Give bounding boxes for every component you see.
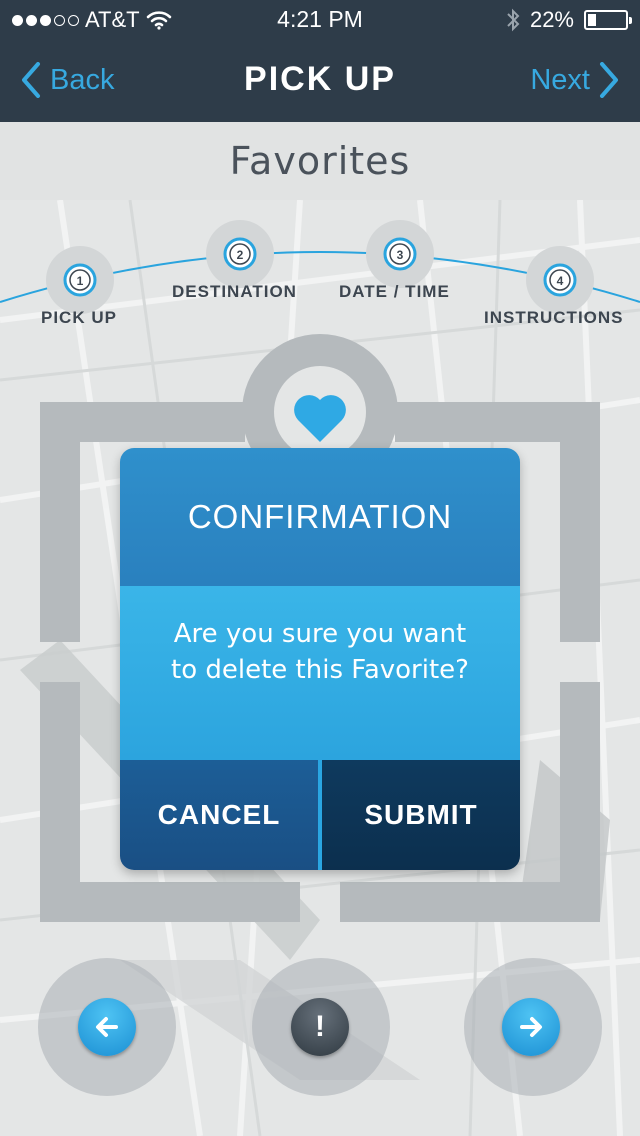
alert-button[interactable]: ! [291,998,349,1056]
navigation-bar: Back PICK UP Next [0,40,640,122]
step-1-label: PICK UP [41,308,117,327]
arrow-right-icon [520,1017,542,1037]
forward-button[interactable] [502,998,560,1056]
bluetooth-icon [507,8,520,32]
confirmation-dialog: CONFIRMATION Are you sure you want to de… [120,448,520,870]
cancel-button[interactable]: CANCEL [120,760,318,870]
previous-button[interactable] [78,998,136,1056]
next-label: Next [530,63,590,96]
battery-level [588,14,596,26]
step-1-number: 1 [77,274,84,288]
dialog-actions: CANCEL SUBMIT [120,760,520,870]
heart-icon [294,395,346,442]
step-4[interactable]: 4 [526,246,594,314]
status-bar: AT&T 4:21 PM 22% [0,0,640,40]
step-4-number: 4 [557,274,564,288]
step-3-number: 3 [397,248,404,262]
step-2-number: 2 [237,248,244,262]
dialog-title: CONFIRMATION [120,448,520,586]
step-2[interactable]: 2 [206,220,274,288]
battery-percent: 22% [529,7,574,32]
submit-button[interactable]: SUBMIT [322,760,520,870]
step-4-label: INSTRUCTIONS [484,308,624,327]
step-3[interactable]: 3 [366,220,434,288]
step-1[interactable]: 1 [46,246,114,314]
arrow-left-icon [96,1017,118,1037]
status-right: 22% [506,7,632,33]
chevron-right-icon [600,62,618,98]
dialog-message: Are you sure you want to delete this Fav… [120,586,520,760]
content-area: Favorites 1 2 3 4 PICK UP DESTINATION DA… [0,122,640,1136]
step-2-label: DESTINATION [172,282,297,301]
alert-icon: ! [315,1010,325,1043]
next-button[interactable]: Next [530,62,620,98]
battery-icon [584,10,632,30]
step-3-label: DATE / TIME [339,282,450,301]
